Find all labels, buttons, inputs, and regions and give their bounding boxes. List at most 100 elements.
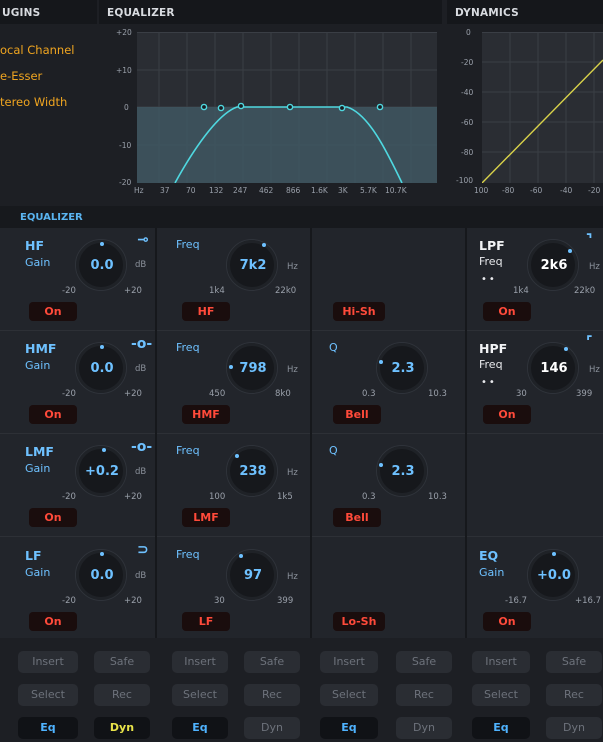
plugin-de-esser[interactable]: e-Esser (0, 69, 42, 83)
hmf-on-button[interactable]: On (29, 405, 77, 424)
hpf-unit: Hz (589, 365, 600, 375)
dyn-y-tick: -40 (461, 88, 474, 97)
select-button[interactable]: Select (320, 684, 378, 706)
hmf-gain-unit: dB (135, 364, 147, 374)
hf-gain-max: +20 (124, 286, 142, 296)
rec-button[interactable]: Rec (546, 684, 602, 706)
hf-freq-max: 22k0 (275, 286, 297, 296)
dyn-y-tick: -60 (461, 118, 474, 127)
lf-on-button[interactable]: On (29, 612, 77, 631)
hmf-bell-button[interactable]: Bell (333, 405, 381, 424)
eq-button[interactable]: Eq (320, 717, 378, 739)
hf-type-button[interactable]: HF (182, 302, 230, 321)
lpf-unit: Hz (589, 262, 600, 272)
lmf-gain-value: +0.2 (85, 464, 119, 479)
lmf-q-min: 0.3 (362, 492, 376, 502)
hpf-slope-dots[interactable]: •• (481, 377, 497, 388)
hf-gain-unit: dB (135, 260, 147, 270)
eq-y-tick: -10 (119, 141, 132, 150)
lpf-slope-icon: ⌝ (586, 232, 593, 248)
lmf-freq-unit: Hz (287, 468, 298, 478)
eq-button[interactable]: Eq (18, 717, 78, 739)
hf-on-button[interactable]: On (29, 302, 77, 321)
lmf-bell-button[interactable]: Bell (333, 508, 381, 527)
lf-freq-label: Freq (176, 548, 200, 561)
hmf-freq-label: Freq (176, 341, 200, 354)
hpf-min: 30 (516, 389, 527, 399)
bell-icon: -o- (131, 336, 153, 352)
hpf-freq-label: Freq (479, 358, 503, 371)
rec-button[interactable]: Rec (396, 684, 452, 706)
dyn-button[interactable]: Dyn (94, 717, 150, 739)
safe-button[interactable]: Safe (546, 651, 602, 673)
select-button[interactable]: Select (18, 684, 78, 706)
hf-gain-knob[interactable]: 0.0 (75, 239, 127, 291)
lpf-on-button[interactable]: On (483, 302, 531, 321)
lf-gain-knob[interactable]: 0.0 (75, 549, 127, 601)
lf-gain-value: 0.0 (90, 568, 114, 583)
eq-button[interactable]: Eq (472, 717, 530, 739)
lf-freq-value: 97 (243, 568, 263, 583)
insert-button[interactable]: Insert (172, 651, 228, 673)
select-button[interactable]: Select (172, 684, 228, 706)
eq-button[interactable]: Eq (172, 717, 228, 739)
hmf-gain-max: +20 (124, 389, 142, 399)
insert-button[interactable]: Insert (472, 651, 530, 673)
hmf-q-knob[interactable]: 2.3 (376, 342, 428, 394)
lpf-max: 22k0 (574, 286, 596, 296)
lmf-on-button[interactable]: On (29, 508, 77, 527)
hmf-q-min: 0.3 (362, 389, 376, 399)
column-divider (310, 228, 312, 638)
hmf-freq-min: 450 (209, 389, 226, 399)
lmf-q-label: Q (329, 444, 338, 457)
lf-freq-knob[interactable]: 97 (226, 549, 278, 601)
insert-button[interactable]: Insert (18, 651, 78, 673)
safe-button[interactable]: Safe (396, 651, 452, 673)
dyn-button[interactable]: Dyn (244, 717, 300, 739)
hi-shelf-button[interactable]: Hi-Sh (333, 302, 385, 321)
dyn-x-tick: -40 (560, 186, 573, 195)
dyn-y-tick: -100 (456, 176, 474, 185)
eq-graph[interactable] (137, 32, 437, 183)
rec-button[interactable]: Rec (244, 684, 300, 706)
hpf-on-button[interactable]: On (483, 405, 531, 424)
eq-x-tick: 10.7K (385, 186, 407, 195)
eq-x-tick: 70 (186, 186, 196, 195)
hmf-freq-value: 798 (239, 361, 267, 376)
lmf-q-knob[interactable]: 2.3 (376, 445, 428, 497)
dyn-y-tick: 0 (466, 28, 471, 37)
hf-band-label: HF (25, 238, 45, 253)
lpf-min: 1k4 (513, 286, 529, 296)
dynamics-graph[interactable] (482, 32, 603, 183)
plugin-stereo-width[interactable]: tereo Width (0, 95, 67, 109)
lpf-freq-knob[interactable]: 2k6 (527, 239, 579, 291)
plugin-vocal-channel[interactable]: ocal Channel (0, 43, 74, 57)
safe-button[interactable]: Safe (244, 651, 300, 673)
eq-x-tick: 247 (233, 186, 248, 195)
lmf-gain-knob[interactable]: +0.2 (75, 445, 127, 497)
lf-type-button[interactable]: LF (182, 612, 230, 631)
hpf-freq-knob[interactable]: 146 (527, 342, 579, 394)
lmf-freq-knob[interactable]: 238 (226, 445, 278, 497)
select-button[interactable]: Select (472, 684, 530, 706)
hmf-type-button[interactable]: HMF (182, 405, 230, 424)
hf-freq-knob[interactable]: 7k2 (226, 239, 278, 291)
lo-shelf-button[interactable]: Lo-Sh (333, 612, 385, 631)
bell-icon: -o- (131, 439, 153, 455)
lmf-band-label: LMF (25, 444, 54, 459)
lmf-type-button[interactable]: LMF (182, 508, 230, 527)
eq-x-tick: 5.7K (360, 186, 377, 195)
hpf-freq-value: 146 (540, 361, 568, 376)
hmf-freq-knob[interactable]: 798 (226, 342, 278, 394)
lpf-slope-dots[interactable]: •• (481, 274, 497, 285)
row-divider (0, 433, 603, 434)
dyn-button[interactable]: Dyn (546, 717, 602, 739)
safe-button[interactable]: Safe (94, 651, 150, 673)
eq-master-on-button[interactable]: On (483, 612, 531, 631)
dyn-button[interactable]: Dyn (396, 717, 452, 739)
eq-master-gain-knob[interactable]: +0.0 (527, 549, 579, 601)
insert-button[interactable]: Insert (320, 651, 378, 673)
hmf-gain-knob[interactable]: 0.0 (75, 342, 127, 394)
rec-button[interactable]: Rec (94, 684, 150, 706)
hmf-q-max: 10.3 (428, 389, 447, 399)
